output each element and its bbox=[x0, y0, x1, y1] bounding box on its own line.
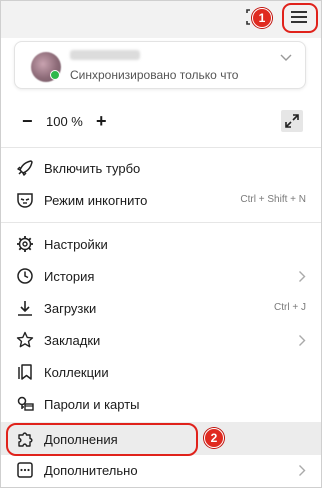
fullscreen-button[interactable] bbox=[281, 110, 303, 132]
divider bbox=[0, 147, 322, 148]
menu-item-label: Включить турбо bbox=[44, 161, 141, 176]
menu-item-downloads[interactable]: Загрузки Ctrl + J bbox=[0, 293, 322, 323]
menu-item-label: Закладки bbox=[44, 333, 101, 348]
rocket-icon bbox=[15, 158, 35, 178]
menu-item-turbo[interactable]: Включить турбо bbox=[0, 153, 322, 183]
menu-item-more[interactable]: Дополнительно bbox=[0, 455, 322, 485]
chevron-down-icon[interactable] bbox=[279, 52, 293, 62]
zoom-controls: − 100 % + bbox=[0, 104, 322, 140]
zoom-out-button[interactable]: − bbox=[22, 112, 33, 130]
sync-status-dot bbox=[50, 70, 60, 80]
highlight-addons-item bbox=[6, 423, 198, 456]
step-badge-2: 2 bbox=[204, 428, 224, 448]
chevron-right-icon bbox=[298, 334, 306, 347]
menu-item-collections[interactable]: Коллекции bbox=[0, 357, 322, 387]
incognito-mask-icon bbox=[15, 190, 35, 210]
menu-item-label: Пароли и карты bbox=[44, 397, 140, 412]
expand-arrows-icon bbox=[285, 114, 299, 128]
zoom-in-button[interactable]: + bbox=[96, 112, 107, 130]
menu-item-passwords[interactable]: Пароли и карты bbox=[0, 389, 322, 419]
menu-item-history[interactable]: История bbox=[0, 261, 322, 291]
chevron-right-icon bbox=[298, 270, 306, 283]
menu-item-bookmarks[interactable]: Закладки bbox=[0, 325, 322, 355]
menu-item-label: Настройки bbox=[44, 237, 108, 252]
shortcut-hint: Ctrl + J bbox=[274, 302, 306, 313]
bookmark-collection-icon bbox=[15, 362, 35, 382]
browser-topbar: 1 bbox=[0, 0, 322, 38]
sync-status-text: Синхронизировано только что bbox=[70, 68, 239, 82]
highlight-menu-button bbox=[282, 3, 318, 33]
menu-item-label: Дополнительно bbox=[44, 463, 138, 478]
account-name-blurred bbox=[70, 50, 140, 60]
step-badge-1: 1 bbox=[252, 8, 272, 28]
star-icon bbox=[15, 330, 35, 350]
menu-item-incognito[interactable]: Режим инкогнито Ctrl + Shift + N bbox=[0, 185, 322, 215]
menu-item-label: Загрузки bbox=[44, 301, 97, 316]
menu-item-label: Коллекции bbox=[44, 365, 109, 380]
gear-icon bbox=[15, 234, 35, 254]
menu-item-label: Режим инкогнито bbox=[44, 193, 148, 208]
shortcut-hint: Ctrl + Shift + N bbox=[240, 194, 306, 205]
account-sync-card[interactable]: Синхронизировано только что bbox=[14, 41, 306, 89]
download-icon bbox=[15, 298, 35, 318]
zoom-level: 100 % bbox=[46, 114, 83, 129]
more-dots-icon bbox=[15, 460, 35, 480]
menu-item-label: История bbox=[44, 269, 95, 284]
menu-item-settings[interactable]: Настройки bbox=[0, 229, 322, 259]
divider bbox=[0, 222, 322, 223]
key-card-icon bbox=[15, 394, 35, 414]
chevron-right-icon bbox=[298, 464, 306, 477]
clock-icon bbox=[15, 266, 35, 286]
